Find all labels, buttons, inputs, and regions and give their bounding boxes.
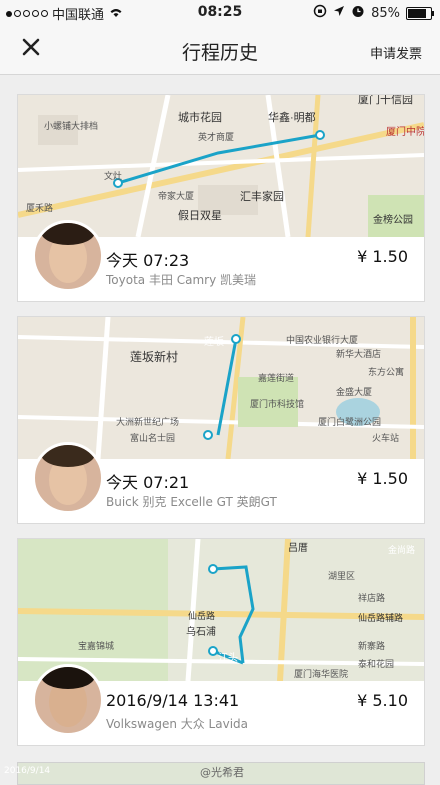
map-label: 厦门中院金线 bbox=[386, 125, 424, 138]
map-label: 厦门白鹭洲公园 bbox=[318, 416, 381, 427]
map-label: 嘉莲街道 bbox=[258, 372, 294, 383]
trip-map: 莲坂新村 莲坂 中国农业银行大厦 新华大酒店 东方公寓 大洲新世纪广场 富山名士… bbox=[18, 317, 424, 459]
watermark: @光希君 bbox=[200, 766, 244, 779]
map-label: 帝家大厦 bbox=[158, 190, 194, 201]
route-map: 城市花园 华鑫·明都 厦门十信园 小螺铺大排档 英才商厦 厦门中院金线 帝家大厦… bbox=[18, 95, 424, 237]
map-label: 厦禾路 bbox=[26, 202, 53, 213]
trip-price: ¥ 1.50 bbox=[357, 247, 408, 266]
trip-info: 2016/9/14 13:41 Volkswagen 大众 Lavida ¥ 5… bbox=[18, 664, 424, 745]
trip-price: ¥ 1.50 bbox=[357, 469, 408, 488]
map-label: 城市花园 bbox=[178, 110, 222, 124]
map-label: 湖里区 bbox=[328, 571, 355, 581]
location-icon bbox=[333, 5, 345, 21]
map-label: 大洲新世纪广场 bbox=[116, 416, 179, 427]
map-label: 莲坂 bbox=[204, 336, 224, 348]
navigation-bar: 行程历史 申请发票 bbox=[0, 26, 440, 75]
trip-card[interactable]: 吕厝 金尚路 乌石浦 江头 仙岳路 仙岳路辅路 新寨路 宝嘉锦城 湖里区 祥店路… bbox=[17, 538, 425, 746]
trip-price: ¥ 5.10 bbox=[357, 691, 408, 710]
trip-map: 吕厝 金尚路 乌石浦 江头 仙岳路 仙岳路辅路 新寨路 宝嘉锦城 湖里区 祥店路… bbox=[18, 539, 424, 681]
route-map: 吕厝 金尚路 乌石浦 江头 仙岳路 仙岳路辅路 新寨路 宝嘉锦城 湖里区 祥店路… bbox=[18, 539, 424, 681]
map-label: 厦门海华医院 bbox=[294, 668, 348, 679]
watermark-small: 2016/9/14 bbox=[4, 766, 51, 776]
trip-card[interactable]: 城市花园 华鑫·明都 厦门十信园 小螺铺大排档 英才商厦 厦门中院金线 帝家大厦… bbox=[17, 94, 425, 302]
route-map: 莲坂新村 莲坂 中国农业银行大厦 新华大酒店 东方公寓 大洲新世纪广场 富山名士… bbox=[18, 317, 424, 459]
alarm-icon bbox=[351, 4, 365, 22]
map-label: 中国农业银行大厦 bbox=[286, 334, 358, 345]
map-label: 金盛大厦 bbox=[336, 386, 372, 397]
map-label: 厦门市科技馆 bbox=[250, 398, 304, 409]
rotation-lock-icon bbox=[313, 4, 327, 22]
request-invoice-button[interactable]: 申请发票 bbox=[370, 43, 422, 62]
trip-car: Volkswagen 大众 Lavida bbox=[106, 717, 249, 731]
driver-avatar bbox=[32, 442, 104, 514]
trip-time: 今天 07:21 bbox=[106, 473, 190, 492]
map-label: 富山名士园 bbox=[130, 432, 175, 443]
map-label: 小螺铺大排档 bbox=[44, 120, 98, 131]
status-right: 85% bbox=[313, 4, 434, 22]
status-bar: 中国联通 08:25 85% bbox=[0, 0, 440, 26]
battery-percent: 85% bbox=[371, 5, 400, 21]
map-label: 乌石浦 bbox=[186, 625, 216, 638]
map-label: 仙岳路 bbox=[188, 610, 215, 621]
trip-info: 今天 07:23 Toyota 丰田 Camry 凯美瑞 ¥ 1.50 bbox=[18, 220, 424, 301]
map-label: 东方公寓 bbox=[368, 366, 404, 377]
battery-icon bbox=[406, 6, 434, 20]
trip-map: 城市花园 华鑫·明都 厦门十信园 小螺铺大排档 英才商厦 厦门中院金线 帝家大厦… bbox=[18, 95, 424, 237]
map-label: 吕厝 bbox=[288, 542, 308, 554]
map-label: 仙岳路辅路 bbox=[358, 612, 403, 623]
trip-car: Toyota 丰田 Camry 凯美瑞 bbox=[106, 273, 257, 287]
driver-avatar bbox=[32, 220, 104, 292]
trip-card[interactable]: 莲坂新村 莲坂 中国农业银行大厦 新华大酒店 东方公寓 大洲新世纪广场 富山名士… bbox=[17, 316, 425, 524]
trip-info: 今天 07:21 Buick 别克 Excelle GT 英朗GT ¥ 1.50 bbox=[18, 442, 424, 523]
map-label: 火车站 bbox=[372, 432, 399, 443]
map-label: 假日双星 bbox=[178, 208, 222, 222]
map-label: 汇丰家园 bbox=[240, 189, 284, 203]
map-label: 英才商厦 bbox=[198, 131, 234, 142]
map-label: 厦门十信园 bbox=[358, 95, 413, 106]
trip-time: 2016/9/14 13:41 bbox=[106, 691, 240, 710]
map-label: 金尚路 bbox=[388, 544, 415, 555]
map-label: 金榜公园 bbox=[373, 213, 413, 226]
map-label: 莲坂新村 bbox=[130, 349, 178, 364]
map-label: 新华大酒店 bbox=[336, 348, 381, 359]
map-label: 祥店路 bbox=[358, 592, 385, 603]
map-label: 文灶 bbox=[104, 170, 122, 181]
map-label: 江头 bbox=[218, 652, 238, 664]
driver-avatar bbox=[32, 664, 104, 736]
trip-car: Buick 别克 Excelle GT 英朗GT bbox=[106, 495, 277, 509]
map-label: 新寨路 bbox=[358, 640, 385, 651]
trip-time: 今天 07:23 bbox=[106, 251, 190, 270]
map-label: 华鑫·明都 bbox=[268, 110, 316, 124]
map-label: 宝嘉锦城 bbox=[78, 640, 114, 651]
map-label: 泰和花园 bbox=[358, 658, 394, 669]
